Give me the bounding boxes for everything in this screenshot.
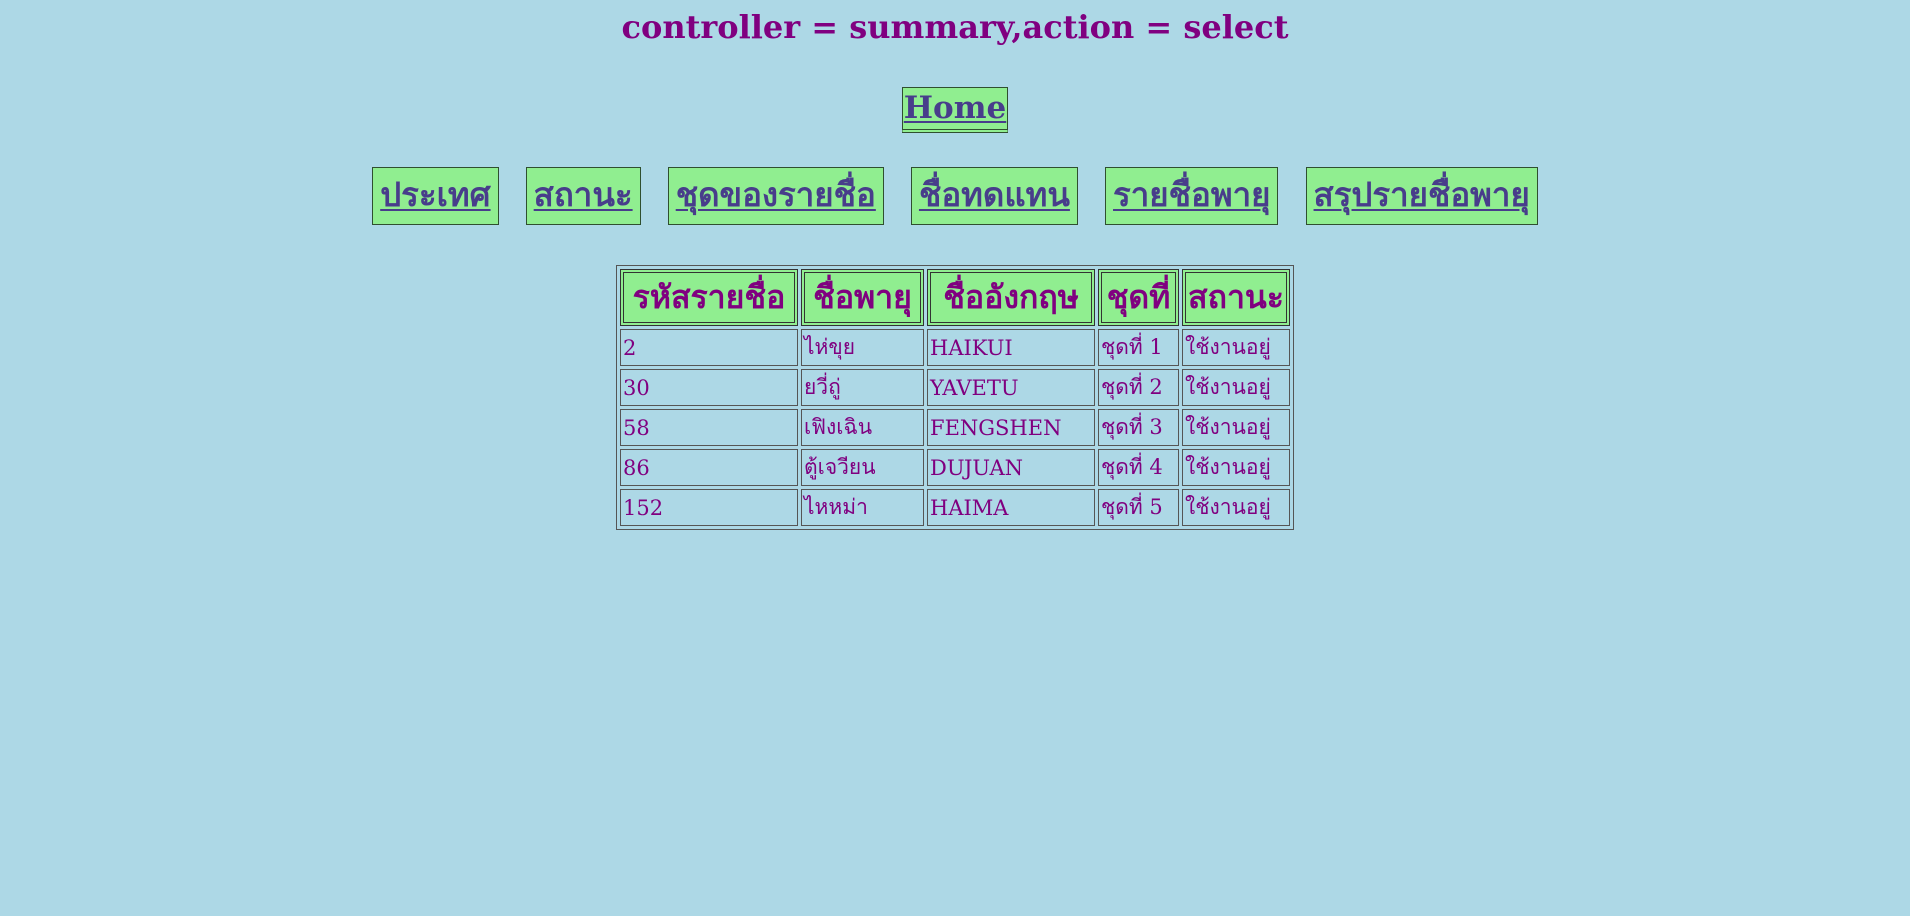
cell-english-name: HAIMA xyxy=(927,489,1095,526)
storm-names-table: รหัสรายชื่อ ชื่อพายุ ชื่ออังกฤษ ชุดที่ ส… xyxy=(616,265,1294,530)
cell-name-id: 152 xyxy=(620,489,798,526)
table-row: 2 ไห่ขุย HAIKUI ชุดที่ 1 ใช้งานอยู่ xyxy=(620,329,1290,366)
cell-storm-name: ตู้เจวียน xyxy=(801,449,924,486)
nav-link-country[interactable]: ประเทศ xyxy=(372,167,499,225)
cell-set: ชุดที่ 2 xyxy=(1098,369,1179,406)
cell-status: ใช้งานอยู่ xyxy=(1182,449,1290,486)
cell-set: ชุดที่ 1 xyxy=(1098,329,1179,366)
cell-status: ใช้งานอยู่ xyxy=(1182,329,1290,366)
cell-storm-name: ไหหม่า xyxy=(801,489,924,526)
cell-status: ใช้งานอยู่ xyxy=(1182,409,1290,446)
table-container: รหัสรายชื่อ ชื่อพายุ ชื่ออังกฤษ ชุดที่ ส… xyxy=(0,265,1910,530)
cell-set: ชุดที่ 3 xyxy=(1098,409,1179,446)
cell-status: ใช้งานอยู่ xyxy=(1182,369,1290,406)
cell-storm-name: เฟิงเฉิน xyxy=(801,409,924,446)
home-link[interactable]: Home xyxy=(901,87,1009,133)
table-row: 86 ตู้เจวียน DUJUAN ชุดที่ 4 ใช้งานอยู่ xyxy=(620,449,1290,486)
nav-link-name-sets[interactable]: ชุดของรายชื่อ xyxy=(667,167,884,225)
cell-name-id: 58 xyxy=(620,409,798,446)
table-row: 58 เฟิงเฉิน FENGSHEN ชุดที่ 3 ใช้งานอยู่ xyxy=(620,409,1290,446)
cell-english-name: DUJUAN xyxy=(927,449,1095,486)
cell-storm-name: ยวี่ถู่ xyxy=(801,369,924,406)
cell-name-id: 30 xyxy=(620,369,798,406)
table-header-row: รหัสรายชื่อ ชื่อพายุ ชื่ออังกฤษ ชุดที่ ส… xyxy=(620,269,1290,326)
table-row: 152 ไหหม่า HAIMA ชุดที่ 5 ใช้งานอยู่ xyxy=(620,489,1290,526)
nav-link-storm-summary[interactable]: สรุปรายชื่อพายุ xyxy=(1305,167,1538,225)
header-name-id: รหัสรายชื่อ xyxy=(620,269,798,326)
cell-name-id: 2 xyxy=(620,329,798,366)
header-english-name: ชื่ออังกฤษ xyxy=(927,269,1095,326)
cell-set: ชุดที่ 4 xyxy=(1098,449,1179,486)
cell-english-name: FENGSHEN xyxy=(927,409,1095,446)
cell-english-name: YAVETU xyxy=(927,369,1095,406)
header-set: ชุดที่ xyxy=(1098,269,1179,326)
nav-link-replacement-names[interactable]: ชื่อทดแทน xyxy=(910,167,1078,225)
nav-link-status[interactable]: สถานะ xyxy=(525,167,641,225)
nav-link-storm-names[interactable]: รายชื่อพายุ xyxy=(1105,167,1279,225)
cell-status: ใช้งานอยู่ xyxy=(1182,489,1290,526)
cell-set: ชุดที่ 5 xyxy=(1098,489,1179,526)
table-row: 30 ยวี่ถู่ YAVETU ชุดที่ 2 ใช้งานอยู่ xyxy=(620,369,1290,406)
main-nav: ประเทศ สถานะ ชุดของรายชื่อ ชื่อทดแทน ราย… xyxy=(0,167,1910,225)
page-title: controller = summary,action = select xyxy=(621,8,1289,46)
cell-english-name: HAIKUI xyxy=(927,329,1095,366)
header-storm-name: ชื่อพายุ xyxy=(801,269,924,326)
header-status: สถานะ xyxy=(1182,269,1290,326)
cell-storm-name: ไห่ขุย xyxy=(801,329,924,366)
cell-name-id: 86 xyxy=(620,449,798,486)
home-nav: Home xyxy=(0,87,1910,133)
